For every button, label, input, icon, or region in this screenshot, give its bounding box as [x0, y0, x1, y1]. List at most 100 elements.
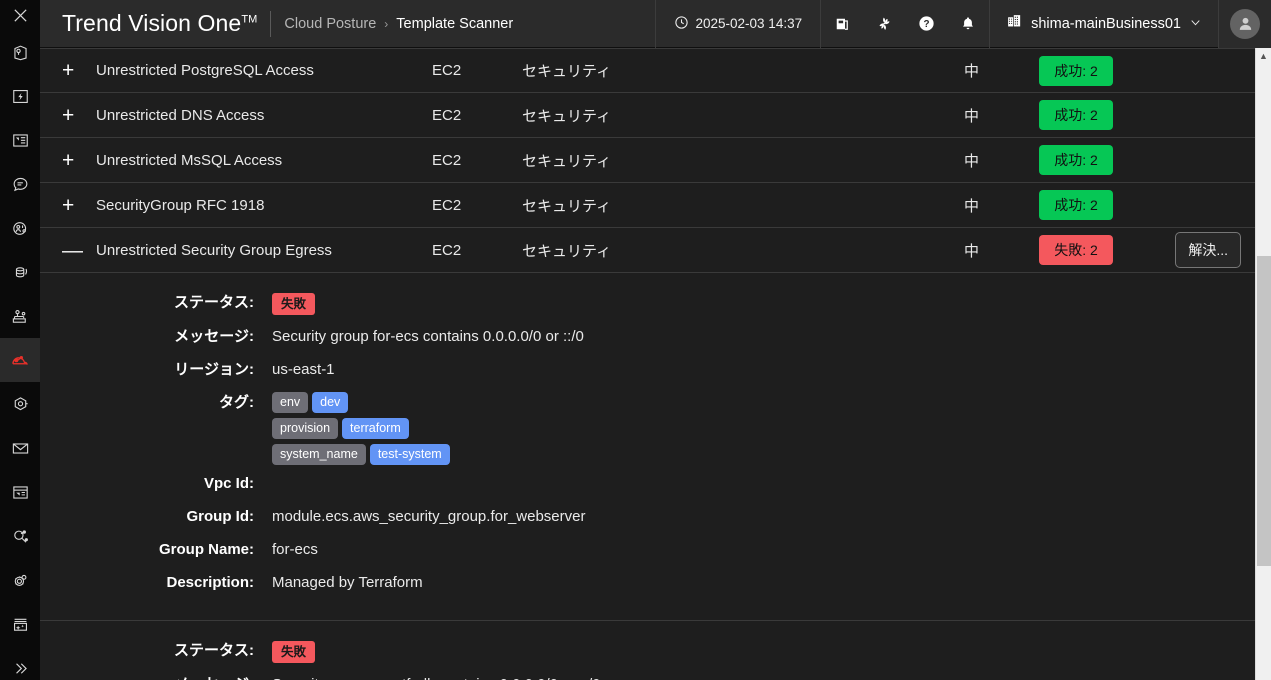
- sparkle-icon[interactable]: [0, 602, 40, 646]
- severity-level: 中: [963, 107, 979, 125]
- brand-trademark: TM: [241, 13, 258, 26]
- close-icon[interactable]: [0, 0, 40, 30]
- status-badge: 成功: 2: [1039, 145, 1113, 175]
- top-header-bar: Trend Vision OneTM Cloud Posture › Templ…: [40, 0, 1271, 48]
- table-row[interactable]: + Unrestricted MsSQL Access EC2 セキュリティ 中…: [40, 138, 1255, 183]
- clock-icon: [674, 15, 689, 33]
- row-expand-toggle-icon[interactable]: +: [62, 195, 96, 216]
- network-icon[interactable]: [0, 294, 40, 338]
- detail-field-region: リージョン: us-east-1: [40, 356, 1255, 384]
- finding-detail-block: ステータス: 失敗 メッセージ: Security group seg-tf-a…: [40, 620, 1255, 680]
- status-badge: 失敗: [272, 293, 316, 315]
- detail-value-description: Managed by Terraform: [272, 574, 423, 591]
- email-icon[interactable]: [0, 426, 40, 470]
- content-area: + Unrestricted PostgreSQL Access EC2 セキュ…: [40, 48, 1271, 680]
- detail-label-group-id: Group Id:: [186, 508, 255, 525]
- scroll-up-arrow-icon[interactable]: ▲: [1256, 48, 1271, 64]
- table-row-expanded[interactable]: — Unrestricted Security Group Egress EC2…: [40, 228, 1255, 273]
- account-menu[interactable]: [1219, 0, 1271, 48]
- brand-divider: [270, 10, 272, 37]
- row-action-cell: 解決...: [1131, 232, 1241, 268]
- tenant-selector[interactable]: shima-mainBusiness01: [990, 0, 1218, 48]
- bolt-icon[interactable]: [0, 74, 40, 118]
- row-expand-toggle-icon[interactable]: +: [62, 60, 96, 81]
- detail-value-group-name: for-ecs: [272, 541, 318, 558]
- workbench-icon[interactable]: [0, 470, 40, 514]
- status-badge: 成功: 2: [1039, 190, 1113, 220]
- scrollbar-thumb[interactable]: [1257, 256, 1271, 566]
- service-name: EC2: [432, 106, 462, 124]
- tag-pair: provision terraform: [272, 418, 450, 439]
- category-name: セキュリティ: [522, 63, 612, 80]
- status-badge: 成功: 2: [1039, 55, 1113, 86]
- attack-surface-icon[interactable]: [0, 30, 40, 74]
- vertical-scrollbar[interactable]: ▲: [1255, 48, 1271, 680]
- category-name: セキュリティ: [522, 242, 612, 260]
- detail-label-region: リージョン:: [174, 361, 254, 378]
- service-name: EC2: [432, 241, 462, 259]
- endpoint-icon[interactable]: [0, 382, 40, 426]
- severity-level: 中: [963, 242, 979, 260]
- cloud-posture-icon[interactable]: [0, 338, 40, 382]
- news-icon[interactable]: [821, 0, 863, 48]
- finding-details-panel: ステータス: 失敗 メッセージ: Security group for-ecs …: [40, 273, 1255, 680]
- tag-value-chip: terraform: [342, 418, 409, 439]
- table-row[interactable]: + SecurityGroup RFC 1918 EC2 セキュリティ 中 成功…: [40, 183, 1255, 228]
- settings-icon[interactable]: [0, 558, 40, 602]
- rule-name: Unrestricted MsSQL Access: [96, 151, 283, 169]
- tag-pair: system_name test-system: [272, 444, 450, 465]
- category-name: セキュリティ: [522, 197, 612, 215]
- detail-field-group-id: Group Id: module.ecs.aws_security_group.…: [40, 503, 1255, 531]
- service-name: EC2: [432, 196, 462, 214]
- help-icon[interactable]: ?: [905, 0, 947, 48]
- tenant-name: shima-mainBusiness01: [1031, 15, 1181, 32]
- chat-icon[interactable]: [0, 162, 40, 206]
- detail-field-description: Description: Managed by Terraform: [40, 569, 1255, 597]
- left-nav-rail: [0, 0, 40, 680]
- row-collapse-toggle-icon[interactable]: —: [62, 240, 96, 261]
- table-row[interactable]: + Unrestricted DNS Access EC2 セキュリティ 中 成…: [40, 93, 1255, 138]
- database-icon[interactable]: [0, 250, 40, 294]
- detail-label-tags: タグ:: [219, 394, 254, 411]
- detail-field-group-name: Group Name: for-ecs: [40, 536, 1255, 564]
- brand-title: Trend Vision OneTM: [40, 10, 257, 37]
- detail-label-message: メッセージ:: [174, 328, 254, 345]
- report-icon[interactable]: [0, 118, 40, 162]
- main-column: Trend Vision OneTM Cloud Posture › Templ…: [40, 0, 1271, 680]
- detail-value-tags: env dev provision terraform system_name …: [272, 389, 450, 465]
- row-expand-toggle-icon[interactable]: +: [62, 150, 96, 171]
- row-expand-toggle-icon[interactable]: +: [62, 105, 96, 126]
- tag-value-chip: dev: [312, 392, 349, 413]
- tag-key-chip: provision: [272, 418, 339, 439]
- tag-value-chip: test-system: [369, 444, 450, 465]
- tag-pair: env dev: [272, 392, 450, 413]
- breadcrumb-separator: ›: [384, 16, 389, 31]
- detail-label-status: ステータス:: [174, 294, 254, 311]
- table-row[interactable]: + Unrestricted PostgreSQL Access EC2 セキュ…: [40, 48, 1255, 93]
- expand-icon[interactable]: [0, 646, 40, 680]
- search-icon[interactable]: [0, 514, 40, 558]
- chevron-down-icon: [1189, 16, 1202, 32]
- detail-field-vpc-id: Vpc Id:: [40, 470, 1255, 498]
- resolve-button[interactable]: 解決...: [1175, 232, 1241, 268]
- scan-results-table: + Unrestricted PostgreSQL Access EC2 セキュ…: [40, 48, 1255, 273]
- service-name: EC2: [432, 151, 462, 169]
- detail-value-status: 失敗: [272, 289, 316, 318]
- category-name: セキュリティ: [522, 152, 612, 170]
- rule-name: Unrestricted Security Group Egress: [96, 241, 332, 259]
- tag-key-chip: system_name: [272, 444, 366, 465]
- finding-detail-block: ステータス: 失敗 メッセージ: Security group for-ecs …: [40, 289, 1255, 620]
- result-badge-cell: 成功: 2: [1039, 145, 1131, 175]
- result-badge-cell: 成功: 2: [1039, 190, 1131, 220]
- identity-icon[interactable]: [0, 206, 40, 250]
- status-badge: 失敗: 2: [1039, 235, 1113, 265]
- breadcrumb-item-template-scanner[interactable]: Template Scanner: [396, 16, 513, 32]
- breadcrumb-item-cloud-posture[interactable]: Cloud Posture: [284, 16, 376, 32]
- detail-label-message: メッセージ:: [40, 671, 272, 680]
- session-time: 2025-02-03 14:37: [656, 15, 821, 33]
- severity-level: 中: [963, 197, 979, 215]
- support-pinwheel-icon[interactable]: [863, 0, 905, 48]
- detail-field-status: ステータス: 失敗: [40, 637, 1255, 666]
- detail-label-group-name: Group Name:: [158, 541, 254, 558]
- notifications-bell-icon[interactable]: [947, 0, 989, 48]
